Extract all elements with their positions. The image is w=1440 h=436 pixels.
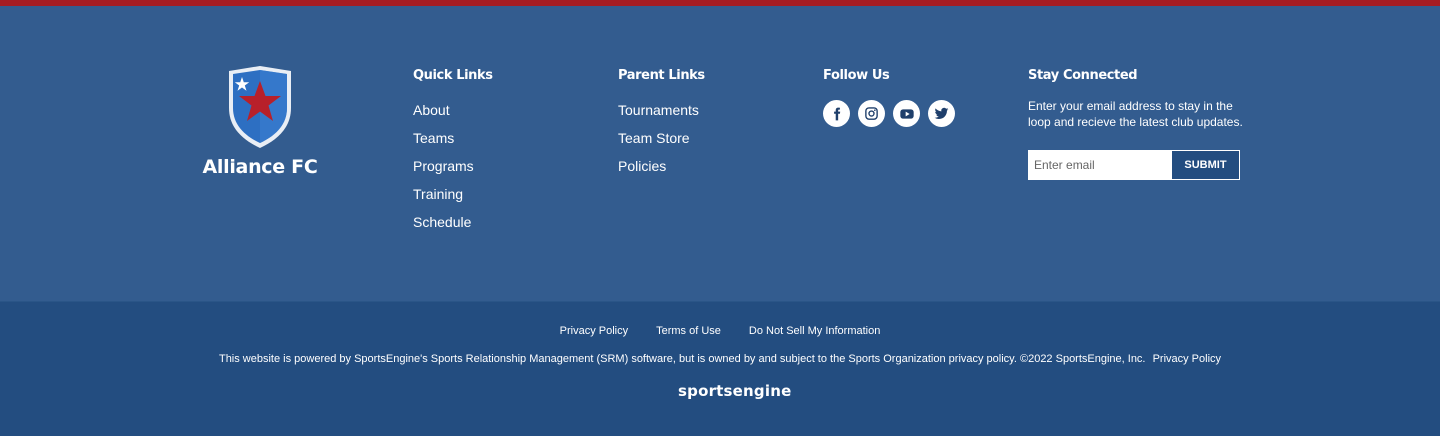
powered-by-text: This website is powered by SportsEngine'… — [218, 353, 1146, 365]
email-input[interactable] — [1028, 150, 1171, 180]
club-name: Alliance FC — [202, 156, 318, 178]
quick-link-programs[interactable]: Programs — [413, 158, 474, 174]
powered-privacy-link[interactable]: Privacy Policy — [1153, 353, 1221, 365]
quick-links-column: Quick Links About Teams Programs Trainin… — [413, 68, 573, 242]
parent-link-team-store[interactable]: Team Store — [618, 130, 690, 146]
terms-of-use-link[interactable]: Terms of Use — [656, 325, 721, 337]
quick-link-training[interactable]: Training — [413, 186, 463, 202]
do-not-sell-link[interactable]: Do Not Sell My Information — [749, 325, 880, 337]
quick-links-title: Quick Links — [413, 68, 493, 83]
quick-link-about[interactable]: About — [413, 102, 450, 118]
twitter-icon[interactable] — [928, 100, 955, 127]
newsletter-description: Enter your email address to stay in the … — [1028, 99, 1243, 129]
powered-by-notice: This website is powered by SportsEngine'… — [0, 353, 1440, 365]
club-logo[interactable]: Alliance FC — [200, 64, 320, 178]
follow-us-title: Follow Us — [823, 68, 890, 83]
youtube-icon[interactable] — [893, 100, 920, 127]
club-crest-icon — [229, 66, 291, 148]
privacy-policy-link[interactable]: Privacy Policy — [560, 325, 628, 337]
legal-links: Privacy Policy Terms of Use Do Not Sell … — [0, 325, 1440, 337]
stay-connected-column: Stay Connected Enter your email address … — [1028, 68, 1268, 180]
parent-links-title: Parent Links — [618, 68, 705, 83]
facebook-icon[interactable] — [823, 100, 850, 127]
social-icons — [823, 100, 983, 127]
parent-link-policies[interactable]: Policies — [618, 158, 666, 174]
quick-link-teams[interactable]: Teams — [413, 130, 454, 146]
footer-legal-section — [0, 301, 1440, 436]
parent-link-tournaments[interactable]: Tournaments — [618, 102, 699, 118]
newsletter-form: SUBMIT — [1028, 150, 1240, 180]
instagram-icon[interactable] — [858, 100, 885, 127]
submit-button[interactable]: SUBMIT — [1171, 150, 1240, 180]
quick-link-schedule[interactable]: Schedule — [413, 214, 471, 230]
parent-links-column: Parent Links Tournaments Team Store Poli… — [618, 68, 778, 186]
sportsengine-logo[interactable]: sportsengine — [678, 382, 798, 402]
stay-connected-title: Stay Connected — [1028, 68, 1138, 83]
follow-us-column: Follow Us — [823, 68, 983, 127]
